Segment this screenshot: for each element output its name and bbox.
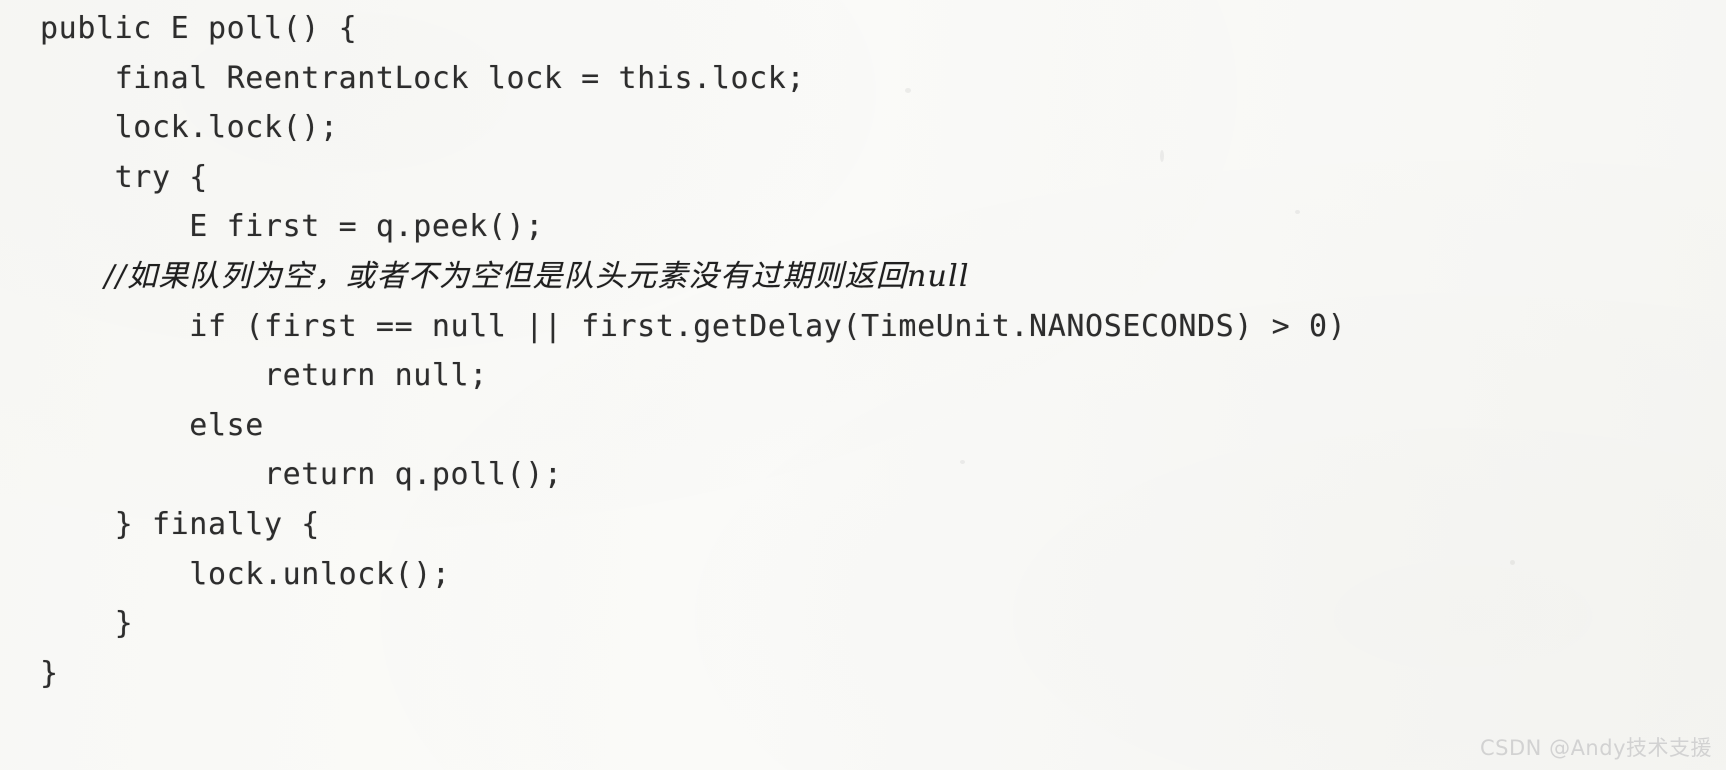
code-line-11: } finally {: [40, 506, 320, 542]
code-listing: public E poll() { final ReentrantLock lo…: [40, 4, 1700, 698]
code-line-9: else: [40, 407, 264, 443]
code-line-4: try {: [40, 159, 208, 195]
scanned-code-page: public E poll() { final ReentrantLock lo…: [0, 0, 1726, 770]
code-line-2: final ReentrantLock lock = this.lock;: [40, 60, 806, 96]
code-line-12: lock.unlock();: [40, 556, 451, 592]
code-line-8: return null;: [40, 358, 488, 394]
code-line-10: return q.poll();: [40, 457, 563, 493]
code-line-14: }: [40, 655, 59, 691]
code-line-5: E first = q.peek();: [40, 209, 544, 245]
code-line-6-comment: //如果队列为空，或者不为空但是队头元素没有过期则返回null: [40, 258, 970, 294]
code-line-13: }: [40, 606, 134, 642]
code-line-3: lock.lock();: [40, 110, 339, 146]
code-line-7: if (first == null || first.getDelay(Time…: [40, 308, 1347, 344]
code-line-1: public E poll() {: [40, 11, 358, 46]
csdn-watermark: CSDN @Andy技术支援: [1480, 736, 1712, 760]
